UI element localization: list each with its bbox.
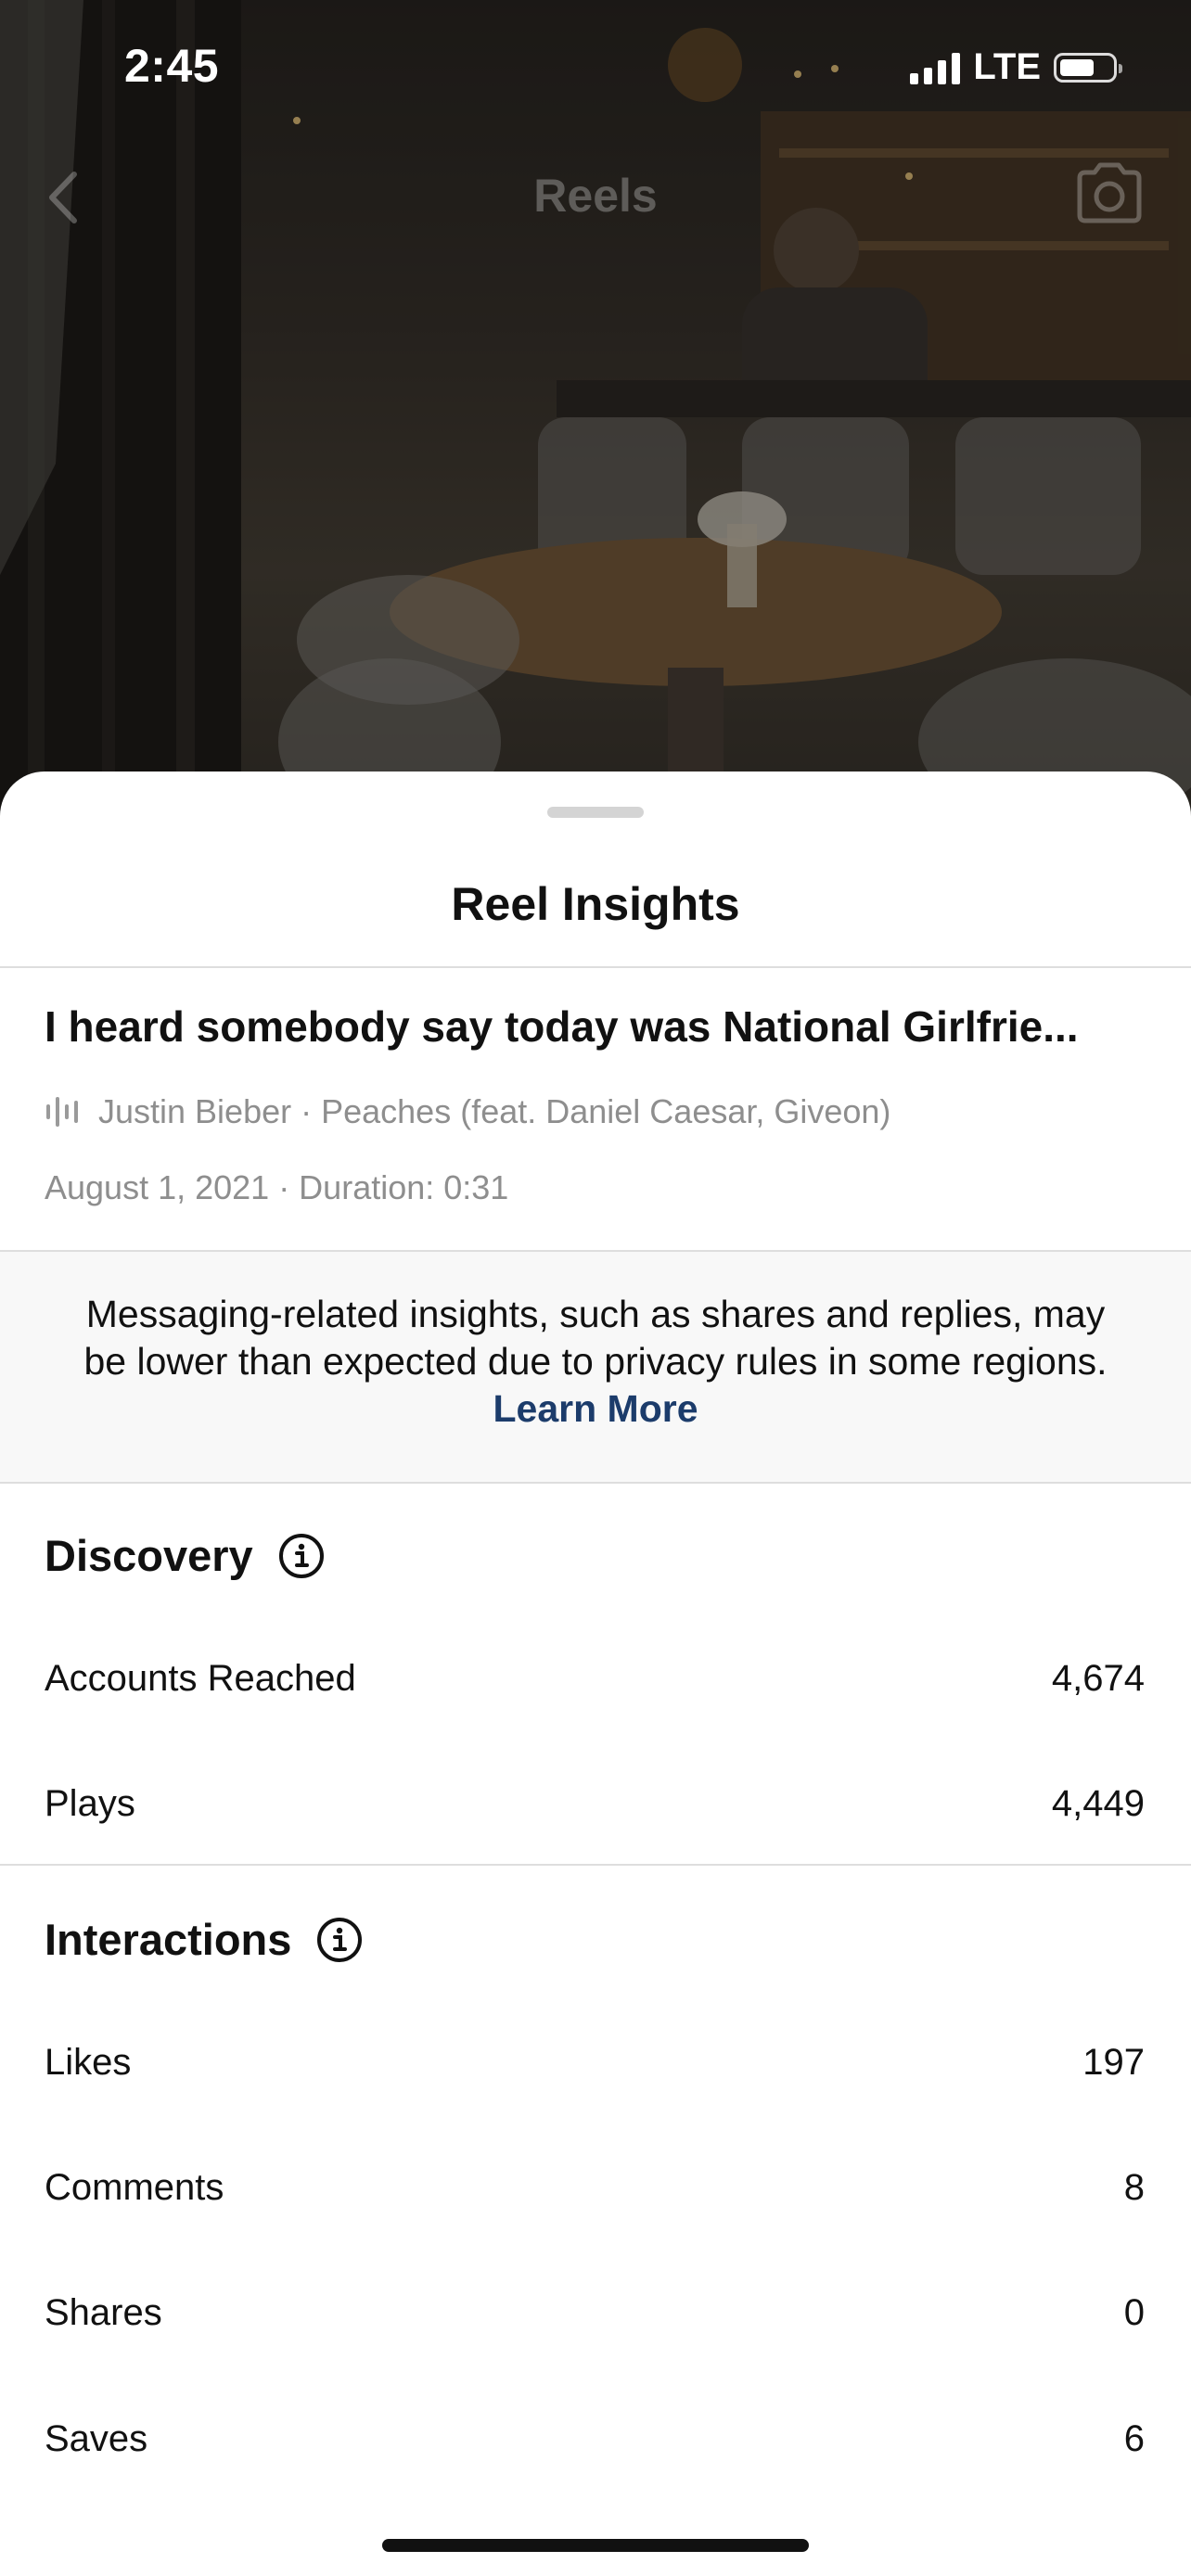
privacy-notice-text: Messaging-related insights, such as shar… <box>83 1291 1108 1433</box>
metric-value: 4,674 <box>1051 1658 1145 1699</box>
battery-icon <box>1054 52 1122 83</box>
discovery-title: Discovery <box>45 1531 253 1580</box>
reel-caption: I heard somebody say today was National … <box>45 1002 1079 1051</box>
interactions-header: Interactions <box>45 1914 364 1965</box>
metric-row: Accounts Reached 4,674 <box>45 1658 1145 1700</box>
background-dim-overlay <box>0 0 1191 816</box>
metric-label: Saves <box>45 2418 148 2459</box>
metric-row: Saves 6 <box>45 2418 1145 2460</box>
metric-value: 197 <box>1082 2042 1145 2083</box>
reel-date-duration: August 1, 2021 · Duration: 0:31 <box>45 1168 509 1206</box>
metric-value: 0 <box>1123 2292 1145 2333</box>
discovery-header: Discovery <box>45 1530 326 1581</box>
learn-more-link[interactable]: Learn More <box>493 1387 698 1430</box>
metric-label: Comments <box>45 2167 224 2208</box>
interactions-title: Interactions <box>45 1915 292 1964</box>
reel-insights-sheet: Reel Insights I heard somebody say today… <box>0 772 1191 2576</box>
metric-label: Plays <box>45 1783 135 1824</box>
info-icon[interactable] <box>277 1532 326 1580</box>
privacy-notice-body: Messaging-related insights, such as shar… <box>83 1293 1108 1383</box>
home-indicator[interactable] <box>382 2539 809 2552</box>
network-type: LTE <box>973 46 1041 87</box>
divider <box>0 1864 1191 1866</box>
metric-row: Likes 197 <box>45 2042 1145 2084</box>
metric-row: Plays 4,449 <box>45 1783 1145 1825</box>
status-indicators: LTE <box>910 46 1122 88</box>
metric-label: Accounts Reached <box>45 1658 356 1699</box>
cellular-signal-icon <box>910 51 961 84</box>
metric-value: 8 <box>1123 2167 1145 2208</box>
audio-waveform-icon <box>45 1095 83 1129</box>
divider <box>0 966 1191 968</box>
audio-attribution[interactable]: Justin Bieber · Peaches (feat. Daniel Ca… <box>45 1092 890 1131</box>
metric-value: 6 <box>1123 2418 1145 2459</box>
metric-row: Comments 8 <box>45 2167 1145 2209</box>
info-icon[interactable] <box>315 1916 364 1964</box>
sheet-grabber-handle[interactable] <box>547 807 644 818</box>
privacy-notice: Messaging-related insights, such as shar… <box>0 1252 1191 1482</box>
divider <box>0 1482 1191 1484</box>
sheet-title: Reel Insights <box>451 878 740 930</box>
metric-label: Likes <box>45 2042 132 2083</box>
metric-label: Shares <box>45 2292 162 2333</box>
audio-track-label: Justin Bieber · Peaches (feat. Daniel Ca… <box>98 1092 891 1130</box>
status-time: 2:45 <box>124 40 220 92</box>
camera-icon[interactable] <box>1072 159 1146 226</box>
metric-row: Shares 0 <box>45 2292 1145 2334</box>
metric-value: 4,449 <box>1051 1783 1145 1824</box>
nav-title: Reels <box>533 170 658 222</box>
